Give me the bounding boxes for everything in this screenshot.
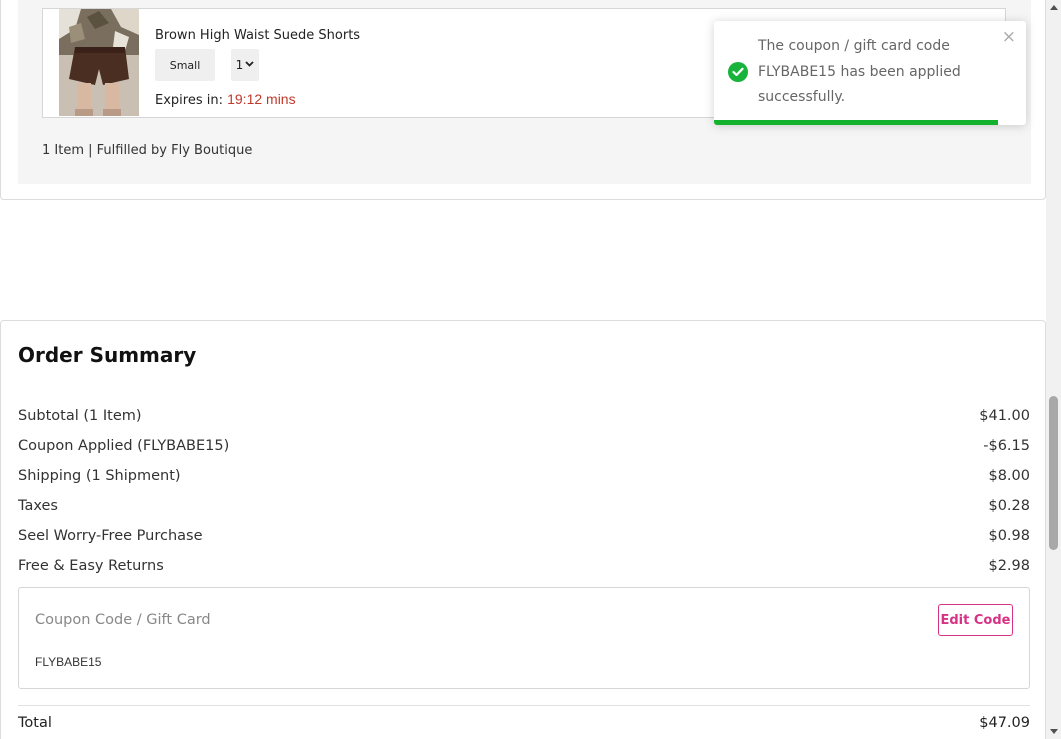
- check-circle-icon: [728, 62, 748, 82]
- scroll-down-arrow-icon[interactable]: [1046, 724, 1061, 739]
- scroll-up-arrow-icon[interactable]: [1046, 0, 1061, 15]
- product-name[interactable]: Brown High Waist Suede Shorts: [155, 28, 360, 43]
- summary-value: $8.00: [988, 468, 1030, 484]
- chevron-down-icon: [245, 60, 254, 70]
- summary-label: Seel Worry-Free Purchase: [18, 528, 203, 544]
- close-icon[interactable]: ×: [1002, 27, 1016, 47]
- summary-value: $0.98: [988, 528, 1030, 544]
- quantity-value: 1: [235, 58, 244, 72]
- coupon-code-box: Coupon Code / Gift Card Edit Code FLYBAB…: [18, 587, 1030, 689]
- summary-value: $41.00: [979, 408, 1030, 424]
- summary-label: Coupon Applied (FLYBABE15): [18, 438, 230, 454]
- summary-label: Shipping (1 Shipment): [18, 468, 181, 484]
- toast-message: The coupon / gift card code FLYBABE15 ha…: [758, 38, 961, 105]
- total-label: Total: [18, 715, 52, 731]
- total-value: $47.09: [979, 715, 1030, 731]
- quantity-select[interactable]: 1: [231, 49, 259, 81]
- summary-row-subtotal: Subtotal (1 Item) $41.00: [18, 408, 1030, 430]
- scrollbar-thumb[interactable]: [1049, 396, 1058, 550]
- summary-label: Subtotal (1 Item): [18, 408, 142, 424]
- summary-row-shipping: Shipping (1 Shipment) $8.00: [18, 468, 1030, 490]
- summary-row-returns: Free & Easy Returns $2.98: [18, 558, 1030, 580]
- order-summary-title: Order Summary: [18, 343, 197, 367]
- edit-code-button[interactable]: Edit Code: [938, 604, 1013, 636]
- expiry-timer: Expires in: 19:12 mins: [155, 91, 296, 108]
- summary-value: -$6.15: [983, 438, 1030, 454]
- summary-label: Taxes: [18, 498, 58, 514]
- toast-progress-bar: [714, 120, 998, 125]
- summary-row-seel: Seel Worry-Free Purchase $0.98: [18, 528, 1030, 550]
- coupon-applied-toast: The coupon / gift card code FLYBABE15 ha…: [714, 21, 1026, 125]
- summary-label: Free & Easy Returns: [18, 558, 164, 574]
- summary-row-coupon: Coupon Applied (FLYBABE15) -$6.15: [18, 438, 1030, 460]
- summary-row-taxes: Taxes $0.28: [18, 498, 1030, 520]
- order-summary: Order Summary Subtotal (1 Item) $41.00 C…: [0, 320, 1046, 739]
- fulfillment-info: 1 Item | Fulfilled by Fly Boutique: [42, 143, 253, 158]
- summary-divider: [18, 705, 1030, 706]
- product-thumbnail[interactable]: [59, 9, 139, 116]
- expires-time: 19:12 mins: [227, 91, 296, 107]
- coupon-code-label: Coupon Code / Gift Card: [35, 612, 211, 628]
- summary-value: $0.28: [988, 498, 1030, 514]
- summary-value: $2.98: [988, 558, 1030, 574]
- applied-coupon-code: FLYBABE15: [35, 655, 102, 669]
- expires-label: Expires in:: [155, 93, 223, 108]
- page-scrollbar[interactable]: [1046, 0, 1061, 739]
- size-button[interactable]: Small: [155, 49, 215, 81]
- summary-row-total: Total $47.09: [18, 715, 1030, 737]
